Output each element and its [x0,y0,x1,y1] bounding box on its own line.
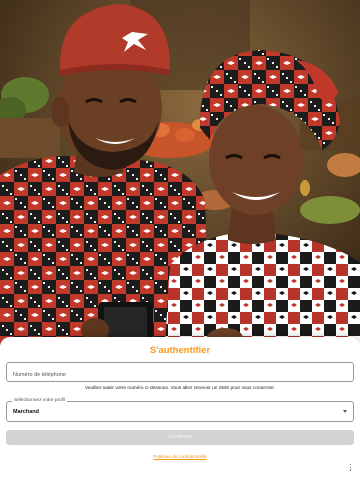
auth-title: S'authentifier [149,345,211,356]
profile-select-label: Sélectionnez votre profil [12,398,68,403]
couple-illustration [0,0,360,345]
profile-select[interactable]: Sélectionnez votre profil Marchand [6,398,354,422]
continue-button[interactable]: Continuer [6,430,354,445]
phone-field[interactable] [6,362,354,384]
phone-input[interactable] [7,366,353,384]
privacy-policy-link[interactable]: Politique de confidentialité [0,454,360,459]
chevron-down-icon[interactable] [343,410,347,413]
profile-select-value: Marchand [13,409,39,415]
sms-hint: Veuillez saisir votre numéro ci-dessous.… [84,386,276,391]
auth-card: S'authentifier Veuillez saisir votre num… [0,337,360,480]
more-vertical-icon[interactable] [349,464,352,473]
hero-photo [0,0,360,345]
